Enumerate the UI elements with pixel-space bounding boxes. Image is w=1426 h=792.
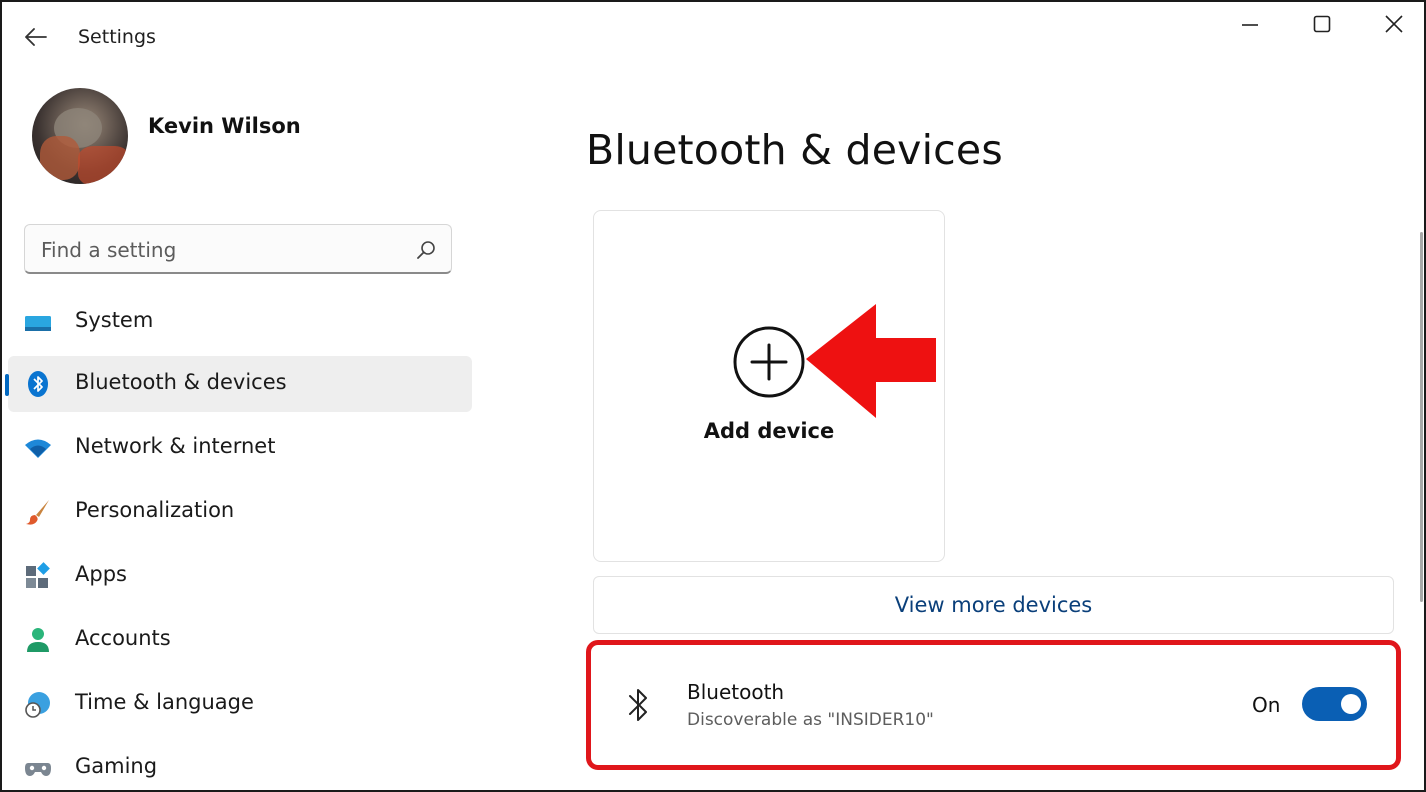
back-button[interactable] xyxy=(20,22,52,52)
sidebar-item-label: Bluetooth & devices xyxy=(75,370,287,394)
wifi-icon xyxy=(25,439,51,458)
sidebar-item-system[interactable]: System xyxy=(8,294,472,350)
add-circle-icon xyxy=(733,326,805,398)
sidebar-item-network[interactable]: Network & internet xyxy=(8,420,472,476)
sidebar-item-label: Personalization xyxy=(75,498,235,522)
annotation-highlight-box xyxy=(586,640,1401,770)
maximize-icon xyxy=(1313,15,1331,33)
brush-icon xyxy=(26,500,49,525)
view-more-devices-button[interactable]: View more devices xyxy=(593,576,1394,634)
apps-icon xyxy=(26,562,50,588)
minimize-icon xyxy=(1242,24,1258,26)
page-title: Bluetooth & devices xyxy=(586,126,1003,174)
system-icon xyxy=(25,316,51,331)
sidebar-item-personalization[interactable]: Personalization xyxy=(8,484,472,540)
search-icon[interactable] xyxy=(415,239,437,261)
sidebar-item-time-language[interactable]: Time & language xyxy=(8,676,472,732)
sidebar-item-label: Time & language xyxy=(75,690,254,714)
close-icon xyxy=(1385,15,1403,33)
person-icon xyxy=(27,628,49,652)
arrow-left-icon xyxy=(25,28,47,46)
sidebar-item-label: Gaming xyxy=(75,754,158,778)
close-button[interactable] xyxy=(1366,8,1422,40)
sidebar-item-label: Apps xyxy=(75,562,127,586)
bluetooth-icon xyxy=(28,371,48,397)
clock-globe-icon xyxy=(25,692,50,718)
maximize-button[interactable] xyxy=(1294,8,1350,40)
profile-name: Kevin Wilson xyxy=(148,114,301,138)
annotation-arrow-icon xyxy=(806,304,936,418)
view-more-devices-label: View more devices xyxy=(894,593,1093,617)
sidebar-item-apps[interactable]: Apps xyxy=(8,548,472,604)
scrollbar[interactable] xyxy=(1420,232,1423,602)
avatar[interactable] xyxy=(32,88,128,184)
title-bar: Settings xyxy=(2,2,1424,72)
sidebar-item-label: System xyxy=(75,308,154,332)
add-device-label: Add device xyxy=(703,419,835,443)
app-title: Settings xyxy=(78,26,156,48)
settings-window: Settings Kevin Wilson System xyxy=(0,0,1426,792)
search-box[interactable] xyxy=(24,224,452,274)
sidebar-item-label: Accounts xyxy=(75,626,171,650)
sidebar-item-label: Network & internet xyxy=(75,434,276,458)
sidebar-item-gaming[interactable]: Gaming xyxy=(8,740,472,790)
minimize-button[interactable] xyxy=(1222,8,1278,40)
sidebar-item-accounts[interactable]: Accounts xyxy=(8,612,472,668)
search-input[interactable] xyxy=(41,237,401,263)
sidebar-item-bluetooth[interactable]: Bluetooth & devices xyxy=(5,356,472,412)
gamepad-icon xyxy=(25,763,51,776)
